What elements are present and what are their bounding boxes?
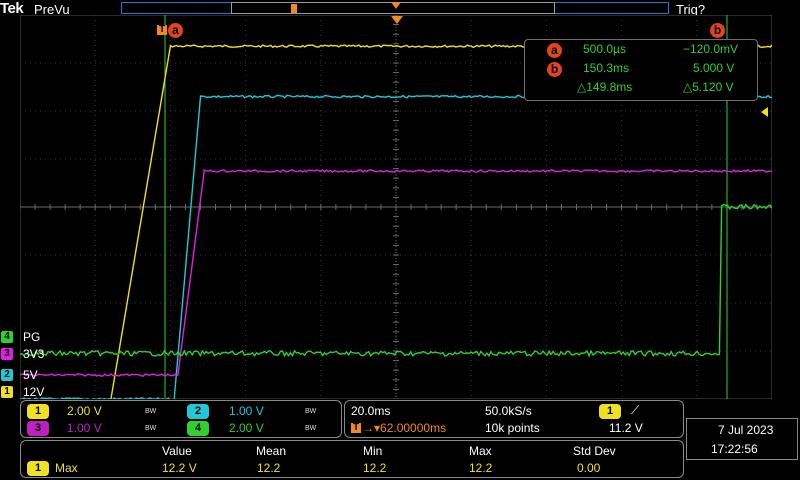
- sample-rate: 50.0kS/s: [485, 404, 532, 418]
- cursor-readout: a 500.0µs −120.0mV b 150.3ms 5.000 V △14…: [524, 39, 758, 101]
- horizontal-settings-panel[interactable]: 20.0ms 50.0kS/s T →▾62.00000ms 10k point…: [344, 400, 684, 438]
- vertical-settings-panel[interactable]: 1 2.00 V BW 2 1.00 V BW 3 1.00 V BW 4 2.…: [20, 400, 342, 438]
- ch1-marker[interactable]: 1: [1, 386, 13, 398]
- date: 7 Jul 2023: [718, 423, 774, 437]
- readout-b-badge: b: [547, 62, 562, 77]
- meas-value: 12.2 V: [162, 461, 197, 475]
- ch3-setting-badge[interactable]: 3: [27, 421, 49, 436]
- meas-header-std-dev: Std Dev: [573, 444, 616, 458]
- ch3-scale[interactable]: 1.00 V: [67, 421, 102, 435]
- record-length: 10k points: [485, 421, 540, 435]
- overview-position-marker: [391, 2, 401, 9]
- ch1-setting-badge[interactable]: 1: [27, 404, 49, 419]
- ch4-setting-badge[interactable]: 4: [187, 421, 209, 436]
- cursor-a-time: 500.0µs: [583, 42, 626, 56]
- meas-std-dev: 0.00: [577, 461, 601, 475]
- trigger-level-marker[interactable]: [761, 107, 768, 117]
- ch2-setting-badge[interactable]: 2: [187, 404, 209, 419]
- ch2-bw-limit: BW: [305, 408, 317, 415]
- ch1-label: 12V: [23, 385, 45, 399]
- readout-a-badge: a: [547, 43, 562, 58]
- ch4-marker[interactable]: 4: [1, 331, 13, 343]
- trigger-level[interactable]: 11.2 V: [609, 421, 643, 435]
- overview-trigger-marker: [291, 4, 297, 13]
- meas-source-badge[interactable]: 1: [27, 461, 49, 476]
- measurement-panel[interactable]: Value Mean Min Max Std Dev 1 Max 12.2 V …: [20, 440, 684, 478]
- meas-min: 12.2: [363, 461, 387, 475]
- ch2-scale[interactable]: 1.00 V: [229, 404, 264, 418]
- cursor-a-value: −120.0mV: [683, 42, 739, 56]
- ch4-scale[interactable]: 2.00 V: [229, 421, 264, 435]
- ch3-marker[interactable]: 3: [1, 348, 13, 360]
- trigger-slope-icon: ⟋: [631, 403, 640, 417]
- ch4-bw-limit: BW: [305, 425, 317, 432]
- meas-header-max: Max: [469, 444, 492, 458]
- horizontal-position[interactable]: →▾62.00000ms: [362, 421, 446, 435]
- meas-header-value: Value: [162, 444, 192, 458]
- ch3-label: 3V3: [23, 347, 45, 361]
- trigger-position-icon: T: [351, 422, 361, 433]
- meas-type[interactable]: Max: [55, 461, 78, 475]
- cursor-delta-time: △149.8ms: [577, 80, 633, 94]
- meas-mean: 12.2: [257, 461, 281, 475]
- meas-max: 12.2: [469, 461, 493, 475]
- cursor-b-value: 5.000 V: [693, 61, 735, 75]
- datetime-panel: 7 Jul 2023 17:22:56: [686, 418, 798, 460]
- time-per-div[interactable]: 20.0ms: [351, 404, 390, 418]
- ch1-bw-limit: BW: [145, 408, 157, 415]
- ch2-label: 5V: [23, 368, 38, 382]
- ch1-scale[interactable]: 2.00 V: [67, 404, 102, 418]
- meas-header-mean: Mean: [256, 444, 287, 458]
- cursor-delta-value: △5.120 V: [683, 80, 734, 94]
- trigger-position-marker[interactable]: [391, 16, 403, 24]
- ch3-bw-limit: BW: [145, 425, 157, 432]
- ch2-marker[interactable]: 2: [1, 369, 13, 381]
- trigger-source-badge[interactable]: 1: [599, 404, 621, 419]
- cursor-b-label[interactable]: b: [710, 23, 725, 38]
- ch4-label: PG: [23, 330, 41, 344]
- cursor-a-label[interactable]: a: [168, 23, 183, 38]
- time: 17:22:56: [711, 442, 758, 456]
- meas-header-min: Min: [363, 444, 383, 458]
- trigger-marker-icon: T: [157, 24, 167, 35]
- cursor-b-time: 150.3ms: [583, 61, 630, 75]
